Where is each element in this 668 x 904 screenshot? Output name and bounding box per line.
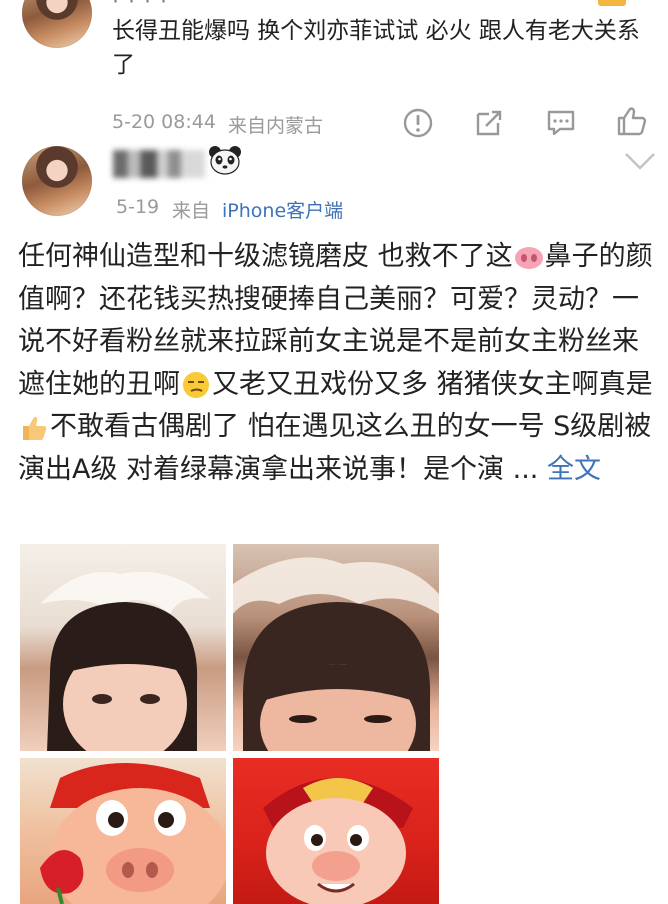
post-text-segment: 又老又丑戏份又多 猪猪侠女主啊真是 [212,368,653,400]
pig-nose-emoji [514,246,543,269]
thumbs-up-emoji [23,416,47,440]
post-image[interactable] [233,544,439,751]
post-image[interactable] [20,544,226,751]
comment-location: 来自内蒙古 [228,115,324,137]
like-icon[interactable] [614,104,648,138]
full-text-link[interactable]: 全文 [547,454,601,485]
comment-text: 长得丑能爆吗 换个刘亦菲试试 必火 跟人有老大关系了 [112,18,640,78]
smirk-emoji [183,372,209,398]
username-blurred[interactable]: · · · · [112,0,168,15]
share-icon[interactable] [472,106,506,140]
status-badge [598,0,626,6]
report-icon[interactable] [401,106,435,140]
post-source-client[interactable]: iPhone客户端 [222,196,343,223]
post-image[interactable] [233,758,439,904]
post-text-segment: 任何神仙造型和十级滤镜磨皮 也救不了这 [18,241,513,272]
username-blurred[interactable] [113,150,205,178]
post-image[interactable] [20,758,226,904]
comment-icon[interactable] [544,106,578,140]
avatar[interactable] [22,0,92,48]
post-text: 任何神仙造型和十级滤镜磨皮 也救不了这 鼻子的颜值啊？还花钱买热搜硬捧自己美丽？可… [18,236,658,491]
avatar[interactable] [22,146,92,216]
post-date: 5-19 [116,196,160,218]
comment-time: 5-20 08:44 [112,111,216,133]
panda-icon [208,145,242,175]
chevron-down-icon[interactable] [620,148,660,174]
post-source-prefix: 来自 [172,200,211,222]
